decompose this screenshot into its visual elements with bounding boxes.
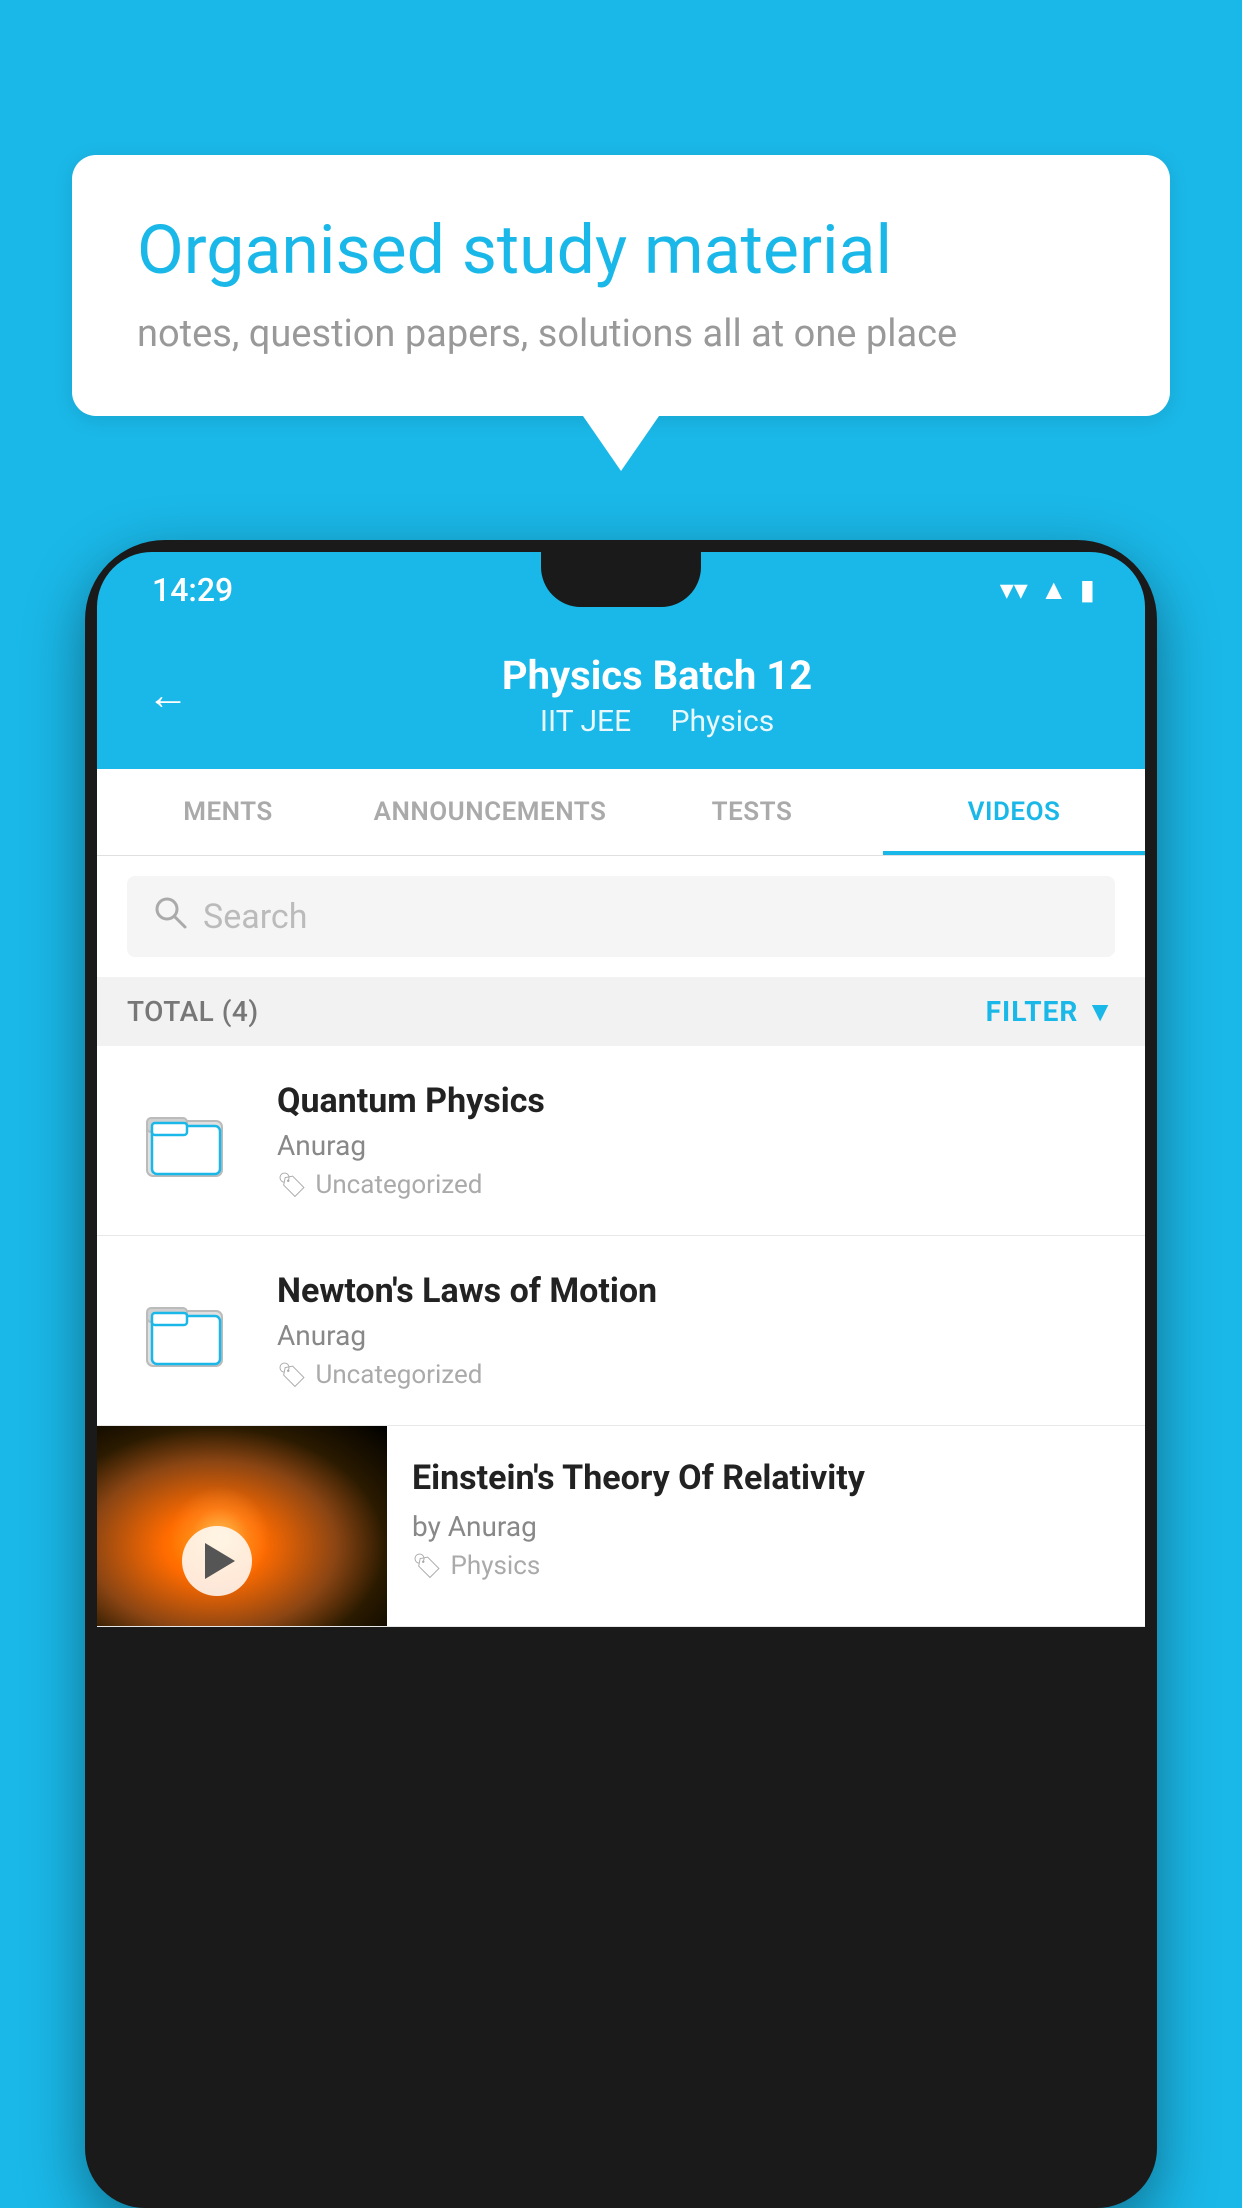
header-subtitle: IIT JEE Physics <box>219 704 1095 739</box>
signal-icon: ▲ <box>1040 573 1068 606</box>
total-count: TOTAL (4) <box>127 995 259 1028</box>
back-button[interactable]: ← <box>147 671 189 720</box>
tab-videos[interactable]: VIDEOS <box>883 769 1145 855</box>
search-box[interactable]: Search <box>127 876 1115 957</box>
speech-bubble-container: Organised study material notes, question… <box>72 155 1170 471</box>
filter-button[interactable]: FILTER ▼ <box>986 995 1115 1028</box>
phone-frame: 14:29 ▾▾ ▲ ▮ ← Physics Batch 12 IIT JEE … <box>85 540 1157 2208</box>
video-tag: 🏷 Uncategorized <box>277 1360 1115 1390</box>
search-icon <box>152 894 188 939</box>
speech-bubble: Organised study material notes, question… <box>72 155 1170 416</box>
video-author: Anurag <box>277 1319 1115 1352</box>
tab-tests[interactable]: TESTS <box>621 769 883 855</box>
battery-icon: ▮ <box>1080 573 1095 606</box>
list-item[interactable]: Newton's Laws of Motion Anurag 🏷 Uncateg… <box>97 1236 1145 1426</box>
list-item[interactable]: Einstein's Theory Of Relativity by Anura… <box>97 1426 1145 1627</box>
video-info: Quantum Physics Anurag 🏷 Uncategorized <box>277 1081 1115 1200</box>
search-container: Search <box>97 856 1145 977</box>
bubble-title: Organised study material <box>137 210 1105 292</box>
tab-announcements[interactable]: ANNOUNCEMENTS <box>359 769 621 855</box>
thumb-background <box>97 1426 387 1626</box>
status-bar: 14:29 ▾▾ ▲ ▮ <box>97 552 1145 627</box>
video-author: Anurag <box>277 1129 1115 1162</box>
bubble-tail <box>583 416 659 471</box>
phone-inner: 14:29 ▾▾ ▲ ▮ ← Physics Batch 12 IIT JEE … <box>97 552 1145 2196</box>
status-icons: ▾▾ ▲ ▮ <box>1000 573 1095 606</box>
tag-icon: 🏷 <box>277 1171 307 1199</box>
list-item[interactable]: Quantum Physics Anurag 🏷 Uncategorized <box>97 1046 1145 1236</box>
filter-bar: TOTAL (4) FILTER ▼ <box>97 977 1145 1046</box>
tag-icon: 🏷 <box>412 1552 442 1580</box>
bubble-subtitle: notes, question papers, solutions all at… <box>137 312 1105 356</box>
video-author: by Anurag <box>412 1510 1120 1543</box>
video-title: Newton's Laws of Motion <box>277 1271 1115 1311</box>
app-header: ← Physics Batch 12 IIT JEE Physics <box>97 627 1145 769</box>
header-title-section: Physics Batch 12 IIT JEE Physics <box>219 652 1095 739</box>
video-tag: 🏷 Physics <box>412 1551 1120 1581</box>
notch <box>541 552 701 607</box>
video-list: Quantum Physics Anurag 🏷 Uncategorized <box>97 1046 1145 1627</box>
search-placeholder: Search <box>203 897 307 937</box>
header-subtitle-physics: Physics <box>671 704 775 739</box>
tab-ments[interactable]: MENTS <box>97 769 359 855</box>
folder-icon <box>127 1286 247 1376</box>
wifi-icon: ▾▾ <box>1000 573 1028 606</box>
video-title: Einstein's Theory Of Relativity <box>412 1456 1120 1500</box>
header-title: Physics Batch 12 <box>219 652 1095 699</box>
video-tag: 🏷 Uncategorized <box>277 1170 1115 1200</box>
tag-icon: 🏷 <box>277 1361 307 1389</box>
play-button[interactable] <box>182 1526 252 1596</box>
play-triangle-icon <box>205 1543 235 1579</box>
folder-icon <box>127 1096 247 1186</box>
video-info: Einstein's Theory Of Relativity by Anura… <box>387 1426 1145 1606</box>
filter-funnel-icon: ▼ <box>1086 995 1115 1028</box>
header-subtitle-iitjee: IIT JEE <box>540 704 631 739</box>
tabs-bar: MENTS ANNOUNCEMENTS TESTS VIDEOS <box>97 769 1145 856</box>
video-thumbnail <box>97 1426 387 1626</box>
video-info: Newton's Laws of Motion Anurag 🏷 Uncateg… <box>277 1271 1115 1390</box>
video-title: Quantum Physics <box>277 1081 1115 1121</box>
status-time: 14:29 <box>152 571 233 609</box>
